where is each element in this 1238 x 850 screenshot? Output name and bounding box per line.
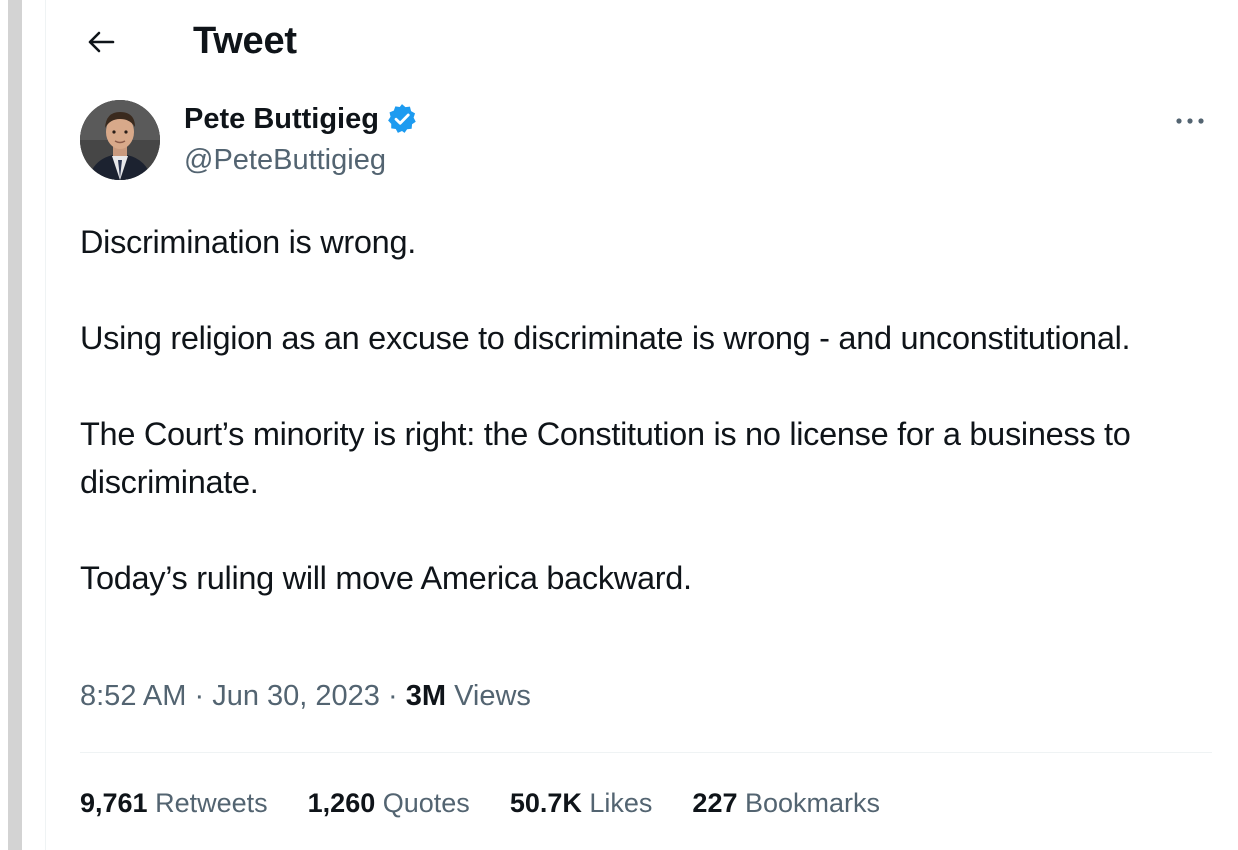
column-border	[45, 0, 46, 850]
tweet-meta: 8:52 AM · Jun 30, 2023 · 3M Views	[80, 680, 531, 713]
back-button[interactable]	[80, 21, 122, 63]
tweet-paragraph: Today’s ruling will move America backwar…	[80, 560, 692, 596]
author-row: Pete Buttigieg @PeteButtigieg	[80, 100, 1210, 180]
verified-badge-icon[interactable]	[385, 102, 419, 136]
page-title: Tweet	[193, 20, 297, 62]
tweet-paragraph: Discrimination is wrong.	[80, 224, 416, 260]
retweets-count: 9,761	[80, 788, 148, 818]
bookmarks-stat[interactable]: 227 Bookmarks	[692, 788, 880, 819]
meta-separator: ·	[194, 680, 205, 712]
author-handle[interactable]: @PeteButtigieg	[184, 144, 386, 177]
tweet-header: Tweet	[80, 16, 1210, 68]
views-label[interactable]: Views	[454, 680, 531, 712]
more-options-button[interactable]	[1170, 106, 1210, 136]
retweets-label: Retweets	[155, 788, 268, 818]
tweet-paragraph: The Court’s minority is right: the Const…	[80, 416, 1131, 500]
views-count[interactable]: 3M	[406, 680, 446, 712]
scrollbar[interactable]	[0, 0, 28, 850]
more-dots-icon	[1176, 118, 1204, 124]
meta-separator: ·	[387, 680, 398, 712]
tweet-text: Discrimination is wrong. Using religion …	[80, 218, 1215, 602]
likes-stat[interactable]: 50.7K Likes	[510, 788, 653, 819]
bookmarks-label: Bookmarks	[745, 788, 881, 818]
quotes-stat[interactable]: 1,260 Quotes	[308, 788, 470, 819]
author-name-text: Pete Buttigieg	[184, 102, 379, 135]
author-name[interactable]: Pete Buttigieg	[184, 102, 419, 136]
avatar[interactable]	[80, 100, 160, 180]
quotes-label: Quotes	[382, 788, 470, 818]
avatar-portrait	[80, 100, 160, 180]
divider	[80, 752, 1212, 753]
likes-label: Likes	[589, 788, 653, 818]
tweet-time[interactable]: 8:52 AM	[80, 680, 186, 712]
retweets-stat[interactable]: 9,761 Retweets	[80, 788, 268, 819]
likes-count: 50.7K	[509, 788, 582, 818]
bookmarks-count: 227	[692, 788, 738, 818]
tweet-paragraph: Using religion as an excuse to discrimin…	[80, 320, 1131, 356]
tweet-date[interactable]: Jun 30, 2023	[212, 680, 380, 712]
tweet-stats: 9,761 Retweets 1,260 Quotes 50.7K Likes …	[80, 788, 920, 819]
quotes-count: 1,260	[307, 788, 376, 818]
arrow-left-icon	[88, 31, 115, 53]
scrollbar-track[interactable]	[8, 0, 22, 850]
